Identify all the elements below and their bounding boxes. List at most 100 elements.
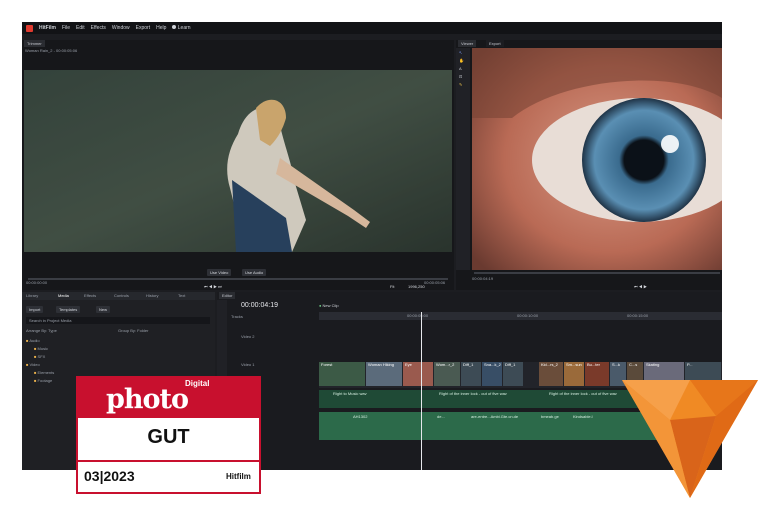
plus-icon: ●: [319, 303, 322, 308]
new-clip-button[interactable]: ● New Clip: [319, 303, 339, 308]
clip-label: Sm...sun: [566, 362, 582, 367]
crop-tool-icon[interactable]: ⊡: [459, 74, 462, 79]
viewer-tools: ↖ ✋ A ⊡ ✎: [456, 48, 470, 270]
clip[interactable]: Wom...r_2: [434, 362, 460, 386]
clip[interactable]: Sna...k_2: [482, 362, 502, 386]
clip-label: C...s: [629, 362, 638, 367]
clip[interactable]: Bu...ter: [585, 362, 609, 386]
audio-clip-label: are-entre...Ambi.Gte.cn.de: [471, 414, 519, 419]
timecode-start: 00:00:00:00: [26, 280, 48, 285]
hand-tool-icon[interactable]: ✋: [459, 58, 464, 63]
folder-video[interactable]: ■ Video: [26, 362, 40, 367]
tracks-label: Tracks: [231, 314, 243, 319]
tab-viewer[interactable]: Viewer: [458, 40, 477, 47]
badge-brand: Hitfilm: [226, 472, 251, 481]
menu-window[interactable]: Window: [112, 25, 130, 31]
folder-footage-label: Footage: [37, 378, 53, 383]
resolution-select[interactable]: 1996,250: [408, 284, 425, 289]
folder-audio[interactable]: ■ Audio: [26, 338, 40, 343]
folder-music[interactable]: ■ Music: [34, 346, 48, 351]
ruler-mark: 00:00:05:00: [407, 313, 429, 318]
badge-digital-text: Digital: [185, 379, 210, 388]
clip[interactable]: Forest: [319, 362, 365, 386]
editor-timecode: 00:00:04:19: [241, 302, 278, 309]
tab-media[interactable]: Media: [58, 293, 69, 298]
tab-controls[interactable]: Controls: [114, 293, 129, 298]
tab-export[interactable]: Export: [486, 40, 504, 47]
award-badge: Digital photo GUT 03|2023 Hitfilm: [76, 376, 261, 494]
tab-trimmer[interactable]: Trimmer: [24, 40, 45, 47]
zoom-select[interactable]: Fit: [390, 284, 394, 289]
menu-edit[interactable]: Edit: [76, 25, 85, 31]
learn-label: Learn: [177, 25, 191, 31]
folder-icon: ■: [34, 354, 37, 359]
app-name: HitFilm: [39, 25, 56, 31]
audio-clip-label: bmeab.ge: [541, 414, 559, 419]
viewer-panel: Viewer Export ↖ ✋ A ⊡ ✎ 00:00:04:19 ⏮ ◀ …: [456, 40, 722, 290]
clip-label: Kid...rs_2: [541, 362, 558, 367]
new-button[interactable]: New: [96, 306, 111, 313]
clip-label: S...k: [612, 362, 621, 367]
viewer-scrubber[interactable]: [474, 272, 720, 274]
trimmer-panel: Trimmer Woman Rain_2 - 00:00:05:06 Use V…: [22, 40, 454, 290]
viewer-playback-controls[interactable]: ⏮ ◀ ▶: [634, 284, 647, 289]
folder-music-label: Music: [37, 346, 48, 351]
folder-footage[interactable]: ■ Footage: [34, 378, 52, 383]
tab-effects[interactable]: Effects: [84, 293, 96, 298]
track-video-1[interactable]: Video 1: [241, 362, 255, 367]
pen-tool-icon[interactable]: ✎: [459, 82, 462, 87]
tab-text[interactable]: Text: [178, 293, 185, 298]
arrange-select[interactable]: Arrange By: Type: [26, 328, 57, 333]
media-tabs: Library Media Effects Controls History T…: [22, 292, 215, 300]
search-input[interactable]: Search in Project Media: [26, 317, 210, 324]
menu-export[interactable]: Export: [136, 25, 150, 31]
tab-library[interactable]: Library: [26, 293, 38, 298]
menu-help[interactable]: Help: [156, 25, 166, 31]
clip[interactable]: Woman Hiking: [366, 362, 402, 386]
clip-label: Forest: [321, 362, 333, 367]
use-audio-button[interactable]: Use Audio: [242, 269, 267, 276]
new-clip-label: New Clip: [322, 303, 339, 308]
clip[interactable]: Diff_1: [461, 362, 481, 386]
clip[interactable]: Sm...sun: [564, 362, 584, 386]
templates-button[interactable]: Templates: [56, 306, 81, 313]
folder-video-label: Video: [29, 362, 40, 367]
group-select[interactable]: Group By: Folder: [118, 328, 148, 333]
clip-label: Sna...k_2: [484, 362, 501, 367]
text-tool-icon[interactable]: A: [459, 66, 462, 71]
folder-elements[interactable]: ■ Elements: [34, 370, 54, 375]
badge-date: 03|2023: [84, 468, 135, 484]
playback-controls[interactable]: ⏮ ◀ ▶ ⏭: [204, 284, 222, 289]
audio-clip-label: Right of the inner lock - out of five wa…: [549, 391, 617, 396]
import-button[interactable]: Import: [26, 306, 44, 313]
badge-logo: photo: [106, 384, 189, 415]
folder-sfx[interactable]: ■ SFX: [34, 354, 45, 359]
clip-label: Diff_1: [463, 362, 474, 367]
timeline-ruler[interactable]: 00:00:05:00 00:00:10:00 00:00:15:00: [319, 312, 722, 320]
badge-header: Digital photo: [78, 378, 259, 418]
track-video-2[interactable]: Video 2: [241, 334, 255, 339]
clip-label: Skating: [646, 362, 660, 367]
clip[interactable]: Diff_1: [503, 362, 523, 386]
audio-clip-label: Right of the inner lock - out of five wa…: [439, 391, 507, 396]
menu-file[interactable]: File: [62, 25, 70, 31]
clip-label: Woman Hiking: [368, 362, 394, 367]
use-video-button[interactable]: Use Video: [207, 269, 232, 276]
trimmer-video-frame: [24, 70, 452, 252]
clip[interactable]: Kid...rs_2: [539, 362, 563, 386]
clip-label: Wom...r_2: [436, 362, 455, 367]
menu-effects[interactable]: Effects: [91, 25, 106, 31]
learn-icon: [172, 25, 177, 29]
audio-clip-label: Right to Music wav: [333, 391, 367, 396]
audio-clip-label: AH1302: [353, 414, 368, 419]
tab-history[interactable]: History: [146, 293, 158, 298]
playhead[interactable]: [421, 312, 422, 470]
select-tool-icon[interactable]: ↖: [459, 50, 462, 55]
learn-button[interactable]: Learn: [172, 25, 191, 31]
tab-editor[interactable]: Editor: [219, 292, 236, 299]
hitfilm-product-logo: [622, 380, 758, 498]
folder-elements-label: Elements: [37, 370, 55, 375]
folder-icon: ■: [34, 346, 37, 351]
clip[interactable]: Eye: [403, 362, 433, 386]
trimmer-scrubber[interactable]: [28, 278, 448, 280]
